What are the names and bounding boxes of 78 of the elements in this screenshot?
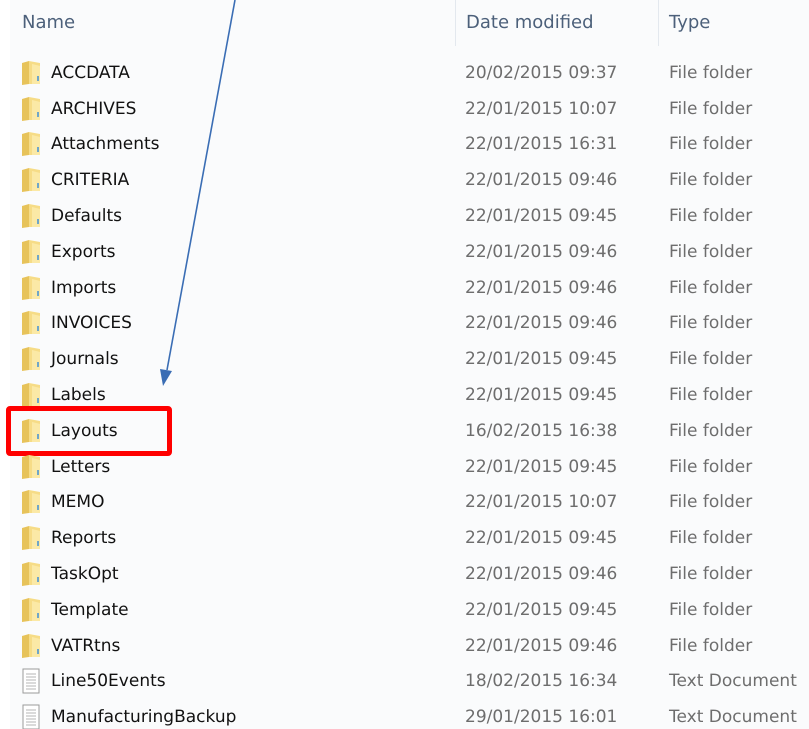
date-modified: 18/02/2015 16:34 (464, 671, 618, 692)
file-name[interactable]: Letters (51, 456, 110, 477)
folder-icon (20, 489, 42, 516)
file-name[interactable]: INVOICES (51, 313, 132, 334)
file-name[interactable]: Reports (51, 528, 116, 548)
file-name[interactable]: Layouts (51, 420, 118, 441)
text-document-icon (20, 668, 42, 694)
column-header[interactable]: Date modified (455, 0, 658, 46)
file-type: File folder (668, 313, 752, 334)
date-modified: 22/01/2015 09:46 (464, 170, 618, 190)
file-name[interactable]: ManufacturingBackup (51, 707, 236, 728)
folder-icon (20, 561, 42, 587)
file-name[interactable]: TaskOpt (51, 564, 119, 584)
date-modified: 22/01/2015 09:46 (464, 636, 618, 656)
file-name[interactable]: Template (51, 600, 129, 620)
file-type: File folder (668, 170, 752, 190)
folder-icon (20, 203, 42, 230)
file-type: File folder (668, 278, 752, 298)
folder-icon (20, 274, 42, 301)
date-modified: 22/01/2015 09:45 (464, 528, 618, 548)
file-name[interactable]: VATRtns (51, 636, 120, 656)
file-type: File folder (668, 98, 752, 119)
folder-icon (20, 238, 42, 265)
file-type: File folder (668, 242, 752, 262)
file-name[interactable]: ACCDATA (51, 62, 130, 83)
file-name[interactable]: ARCHIVES (51, 98, 136, 119)
date-modified: 16/02/2015 16:38 (464, 420, 618, 441)
date-modified: 22/01/2015 09:46 (464, 278, 618, 298)
folder-icon (20, 596, 42, 623)
file-type: File folder (668, 636, 752, 656)
folder-icon (20, 632, 42, 659)
file-type: File folder (668, 206, 752, 226)
column-header[interactable]: Name (10, 0, 455, 46)
file-type: File folder (668, 134, 752, 154)
folder-icon (20, 418, 42, 444)
file-name[interactable]: Defaults (51, 206, 122, 226)
file-name[interactable]: Journals (51, 349, 119, 370)
file-type: File folder (668, 528, 752, 548)
folder-icon (20, 454, 42, 480)
folder-icon (20, 167, 42, 194)
file-type: File folder (668, 349, 752, 370)
file-name[interactable]: CRITERIA (51, 170, 130, 190)
column-header[interactable]: Type (658, 0, 710, 46)
date-modified: 22/01/2015 10:07 (464, 492, 618, 512)
file-type: File folder (668, 600, 752, 620)
file-type: File folder (668, 564, 752, 584)
folder-icon (20, 382, 42, 408)
file-name[interactable]: Imports (51, 278, 116, 298)
file-type: File folder (668, 62, 752, 83)
file-type: Text Document (668, 671, 797, 692)
folder-icon (20, 346, 42, 372)
file-type: Text Document (668, 707, 797, 728)
date-modified: 22/01/2015 09:45 (464, 456, 618, 477)
file-type: File folder (668, 420, 752, 441)
file-name[interactable]: Labels (51, 385, 106, 406)
file-type: File folder (668, 492, 752, 512)
date-modified: 22/01/2015 09:45 (464, 349, 618, 370)
date-modified: 22/01/2015 09:45 (464, 385, 618, 406)
file-name[interactable]: Exports (51, 242, 116, 262)
date-modified: 29/01/2015 16:01 (464, 707, 618, 728)
file-name[interactable]: Attachments (51, 134, 160, 154)
folder-icon (20, 525, 42, 552)
date-modified: 20/02/2015 09:37 (464, 62, 618, 83)
folder-icon (20, 310, 42, 336)
file-name[interactable]: Line50Events (51, 671, 166, 692)
folder-icon (20, 96, 42, 122)
date-modified: 22/01/2015 09:45 (464, 206, 618, 226)
file-name[interactable]: MEMO (51, 492, 104, 512)
date-modified: 22/01/2015 10:07 (464, 98, 618, 119)
date-modified: 22/01/2015 09:46 (464, 313, 618, 334)
date-modified: 22/01/2015 09:46 (464, 564, 618, 584)
date-modified: 22/01/2015 09:46 (464, 242, 618, 262)
file-type: File folder (668, 456, 752, 477)
folder-icon (20, 60, 42, 86)
folder-icon (20, 131, 42, 158)
file-type: File folder (668, 385, 752, 406)
date-modified: 22/01/2015 09:45 (464, 600, 618, 620)
date-modified: 22/01/2015 16:31 (464, 134, 618, 154)
